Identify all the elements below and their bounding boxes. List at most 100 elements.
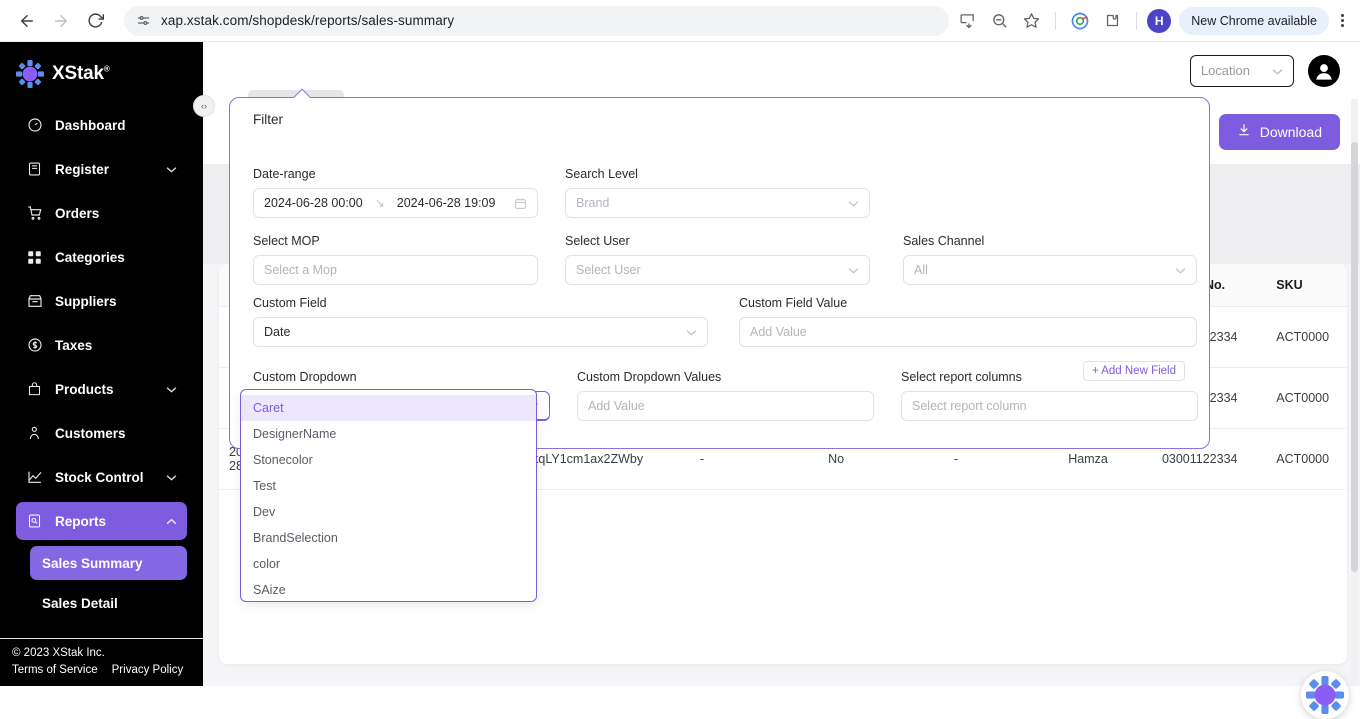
select-user-placeholder: Select User	[576, 263, 641, 277]
sidebar-item-stock-control[interactable]: Stock Control	[16, 458, 187, 496]
site-settings-icon[interactable]	[136, 13, 151, 28]
field-select-mop: Select MOP Select a Mop	[253, 234, 538, 285]
download-button[interactable]: Download	[1219, 114, 1340, 150]
chevron-up-icon	[166, 518, 177, 525]
column-header-sku[interactable]: SKU	[1266, 264, 1347, 307]
calendar-icon[interactable]	[514, 197, 527, 210]
sidebar-item-label: Orders	[55, 206, 99, 221]
chrome-profile-icon[interactable]	[1066, 7, 1094, 35]
select-user-select[interactable]: Select User	[565, 255, 870, 285]
dropdown-option-dev[interactable]: Dev	[241, 499, 536, 525]
app-page: XStak® Dashboard Register Orders Categor…	[0, 42, 1360, 686]
install-app-icon[interactable]	[953, 7, 981, 35]
custom-dropdown-menu: Caret DesignerName Stonecolor Test Dev B…	[240, 389, 537, 602]
filter-panel-title: Filter	[253, 112, 1197, 127]
xstak-logo-icon	[16, 60, 44, 88]
sidebar-footer: © 2023 XStak Inc. Terms of Service Priva…	[0, 638, 203, 686]
dropdown-option-designername[interactable]: DesignerName	[241, 421, 536, 447]
back-arrow-icon[interactable]	[12, 6, 42, 36]
field-label: Date-range	[253, 167, 538, 181]
footer-links: Terms of Service Privacy Policy	[12, 664, 203, 676]
field-label: Select MOP	[253, 234, 538, 248]
custom-field-select[interactable]: Date	[253, 317, 708, 347]
brand-logo[interactable]: XStak®	[0, 42, 203, 102]
extensions-icon[interactable]	[1098, 7, 1126, 35]
field-label: Custom Dropdown	[253, 370, 550, 384]
sidebar-item-label: Products	[55, 382, 114, 397]
sidebar: XStak® Dashboard Register Orders Categor…	[0, 42, 203, 686]
terms-of-service-link[interactable]: Terms of Service	[12, 664, 98, 676]
store-icon	[26, 293, 43, 310]
sidebar-subitem-label: Sales Summary	[42, 556, 143, 571]
sidebar-item-label: Stock Control	[55, 470, 144, 485]
new-chrome-label: New Chrome available	[1191, 14, 1317, 28]
sidebar-item-categories[interactable]: Categories	[16, 238, 187, 276]
field-custom-field-value: Custom Field Value Add Value	[739, 296, 1197, 347]
dropdown-option-brandselection[interactable]: BrandSelection	[241, 525, 536, 551]
copyright-text: © 2023 XStak Inc.	[12, 647, 203, 659]
zoom-icon[interactable]	[985, 7, 1013, 35]
sidebar-item-label: Reports	[55, 514, 106, 529]
chart-icon	[26, 469, 43, 486]
avatar[interactable]: H	[1147, 9, 1171, 33]
reload-icon[interactable]	[80, 6, 110, 36]
user-avatar-icon[interactable]	[1308, 55, 1340, 87]
address-bar[interactable]: xap.xstak.com/shopdesk/reports/sales-sum…	[124, 6, 949, 36]
browser-chrome-bar: xap.xstak.com/shopdesk/reports/sales-sum…	[0, 0, 1360, 42]
search-level-value: Brand	[576, 196, 609, 210]
dropdown-option-stonecolor[interactable]: Stonecolor	[241, 447, 536, 473]
custom-field-value-input[interactable]: Add Value	[739, 317, 1197, 347]
bag-icon	[26, 381, 43, 398]
dropdown-option-label: color	[253, 557, 280, 571]
report-columns-select[interactable]: Select report column	[901, 391, 1198, 421]
select-mop-placeholder: Select a Mop	[264, 263, 337, 277]
sidebar-item-label: Customers	[55, 426, 126, 441]
field-label: Sales Channel	[903, 234, 1197, 248]
field-label: Select report columns	[901, 370, 1198, 384]
sidebar-item-suppliers[interactable]: Suppliers	[16, 282, 187, 320]
sidebar-item-orders[interactable]: Orders	[16, 194, 187, 232]
sidebar-item-customers[interactable]: Customers	[16, 414, 187, 452]
sidebar-nav: Dashboard Register Orders Categories Sup…	[0, 102, 203, 686]
sidebar-item-sales-detail[interactable]: Sales Detail	[30, 586, 187, 620]
xstak-chat-icon[interactable]	[1301, 671, 1349, 719]
kebab-menu-icon[interactable]	[1337, 10, 1348, 31]
sales-channel-value: All	[914, 263, 928, 277]
sidebar-collapse-toggle[interactable]: ‹›	[193, 95, 215, 117]
date-range-start[interactable]: 2024-06-28 00:00	[264, 196, 363, 210]
sidebar-item-products[interactable]: Products	[16, 370, 187, 408]
sidebar-item-label: Register	[55, 162, 109, 177]
custom-dropdown-values-input[interactable]: Add Value	[577, 391, 874, 421]
sidebar-item-taxes[interactable]: Taxes	[16, 326, 187, 364]
chevron-down-icon	[166, 166, 177, 173]
date-range-input[interactable]: 2024-06-28 00:00 ↘ 2024-06-28 19:09	[253, 188, 538, 218]
dropdown-option-color[interactable]: color	[241, 551, 536, 577]
dashboard-icon	[26, 117, 43, 134]
sidebar-item-label: Dashboard	[55, 118, 126, 133]
date-range-end[interactable]: 2024-06-28 19:09	[397, 196, 496, 210]
top-bar: Location	[203, 42, 1360, 99]
cart-icon	[26, 205, 43, 222]
sidebar-item-sales-summary[interactable]: Sales Summary	[30, 546, 187, 580]
browser-toolbar-icons: H New Chrome available	[953, 7, 1348, 35]
field-label: Custom Dropdown Values	[577, 370, 874, 384]
forward-arrow-icon[interactable]	[46, 6, 76, 36]
page-scrollbar-thumb[interactable]	[1351, 142, 1358, 572]
location-select[interactable]: Location	[1190, 55, 1294, 87]
sales-channel-select[interactable]: All	[903, 255, 1197, 285]
search-level-select[interactable]: Brand	[565, 188, 870, 218]
chevron-down-icon	[1175, 267, 1186, 274]
select-mop-input[interactable]: Select a Mop	[253, 255, 538, 285]
dropdown-option-label: DesignerName	[253, 427, 336, 441]
address-bar-url: xap.xstak.com/shopdesk/reports/sales-sum…	[161, 13, 454, 28]
sidebar-item-reports[interactable]: Reports	[16, 502, 187, 540]
sidebar-item-label: Taxes	[55, 338, 92, 353]
dropdown-option-caret[interactable]: Caret	[241, 395, 536, 421]
dropdown-option-test[interactable]: Test	[241, 473, 536, 499]
sidebar-item-register[interactable]: Register	[16, 150, 187, 188]
privacy-policy-link[interactable]: Privacy Policy	[112, 664, 184, 676]
new-chrome-available-button[interactable]: New Chrome available	[1179, 7, 1329, 35]
star-icon[interactable]	[1017, 7, 1045, 35]
sidebar-item-dashboard[interactable]: Dashboard	[16, 106, 187, 144]
dropdown-option-saize[interactable]: SAize	[241, 577, 536, 602]
